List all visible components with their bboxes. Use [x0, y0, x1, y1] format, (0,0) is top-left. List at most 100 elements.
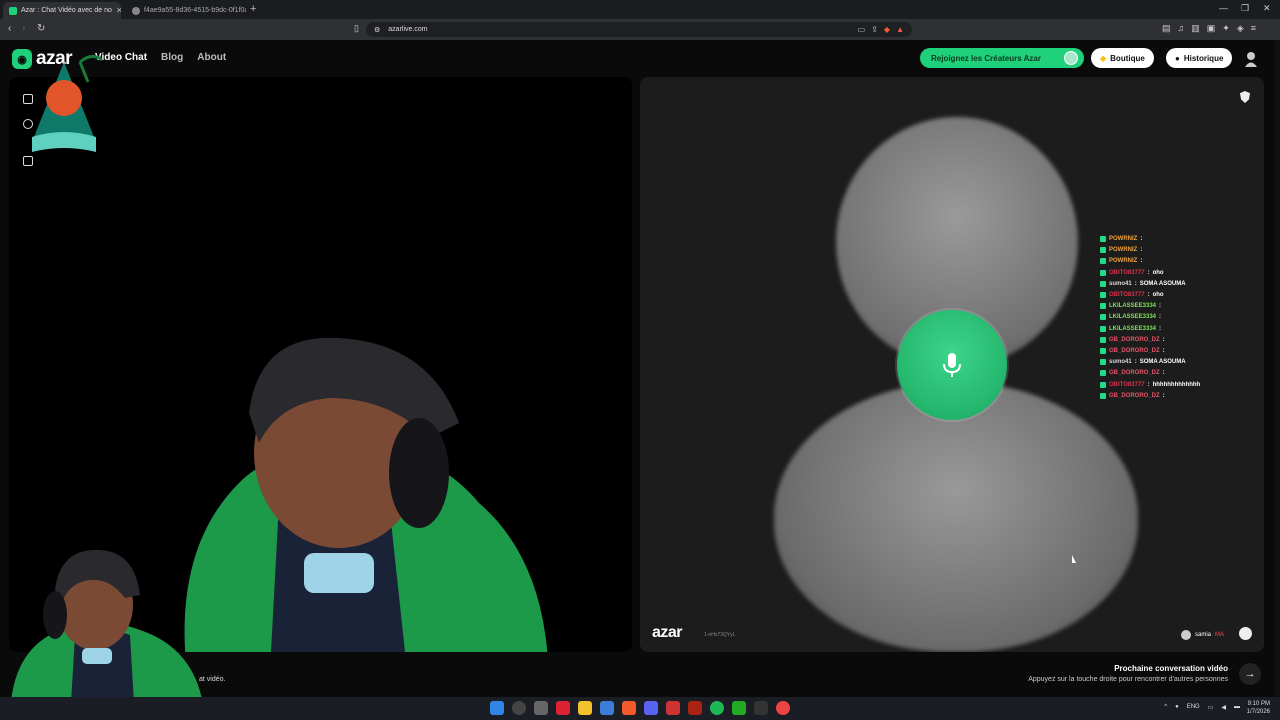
sidebar-icon[interactable]: ▤ — [1162, 23, 1171, 34]
language-indicator[interactable]: ENG — [1187, 704, 1200, 711]
next-conversation-hint: Appuyez sur la touche droite pour rencon… — [1028, 676, 1228, 683]
chat-text: oho — [1152, 292, 1164, 299]
chat-user: GB_DORORO_DZ — [1109, 392, 1160, 399]
taskbar: ^ ● ENG ▭ ◀ ▬ 9:10 PM 1/7/2026 — [0, 697, 1280, 720]
report-shield-icon[interactable] — [1240, 91, 1250, 103]
join-creators-button[interactable]: Rejoignez les Créateurs Azar — [920, 48, 1084, 68]
chat-user: OBITO83777 — [1109, 292, 1145, 299]
creator-badge-icon — [1064, 51, 1078, 65]
clock-icon: ● — [1175, 53, 1180, 63]
chat-bubble-icon[interactable] — [1239, 627, 1252, 640]
next-conversation-title: Prochaine conversation vidéo — [1114, 664, 1228, 673]
extension-icon[interactable]: ✦ — [1222, 23, 1230, 34]
spotify-icon[interactable] — [710, 701, 724, 715]
clock[interactable]: 9:10 PM 1/7/2026 — [1247, 700, 1270, 716]
url-input[interactable]: ⚙ azarlive.com ▭ ⇪ ◆ ▲ — [366, 22, 912, 37]
tab-label: Azar : Chat Vidéo avec de no — [21, 7, 112, 14]
system-tray: ^ ● ENG ▭ ◀ ▬ — [1164, 704, 1240, 711]
peer-avatar — [1180, 630, 1191, 640]
menu-icon[interactable]: ≡ — [1251, 23, 1256, 34]
chat-message: OBITO83777: oho — [1100, 268, 1230, 279]
volume-icon[interactable]: ◀ — [1221, 704, 1226, 711]
rewards-icon[interactable]: ▲ — [896, 25, 904, 34]
chat-user: sumo41 — [1109, 280, 1132, 287]
battery-icon[interactable]: ▬ — [1234, 704, 1240, 711]
chat-user: POWRNIZ — [1109, 247, 1138, 254]
facecam-overlay — [10, 549, 205, 720]
streamer-logo-overlay — [32, 55, 103, 152]
share-icon[interactable]: ⇪ — [871, 25, 878, 34]
close-window-icon[interactable]: ✕ — [1263, 3, 1271, 14]
brave-shield-icon[interactable]: ◆ — [884, 25, 890, 34]
discord-icon[interactable] — [644, 701, 658, 715]
new-tab-icon[interactable]: + — [250, 3, 256, 15]
chat-user: LKILASSEE3334 — [1109, 314, 1157, 321]
start-icon[interactable] — [490, 701, 504, 715]
chat-text: oho — [1152, 269, 1164, 276]
cast-icon[interactable]: ▭ — [858, 25, 866, 34]
tab-azar[interactable]: Azar : Chat Vidéo avec de no ✕ — [3, 2, 121, 19]
microphone-icon — [943, 353, 961, 377]
task-view-icon[interactable] — [534, 701, 548, 715]
vpn-icon[interactable]: ◈ — [1237, 23, 1244, 34]
chat-user: sumo41 — [1109, 359, 1132, 366]
brave-icon[interactable] — [622, 701, 636, 715]
chat-user: POWRNIZ — [1109, 236, 1138, 242]
shop-button[interactable]: ◆ Boutique — [1091, 48, 1154, 68]
profile-avatar-icon[interactable] — [1244, 51, 1258, 67]
nav-about[interactable]: About — [197, 52, 226, 63]
site-info-icon[interactable]: ⚙ — [374, 26, 380, 34]
date: 1/7/2026 — [1246, 709, 1270, 715]
chat-text: SOMA ASOUMA — [1139, 359, 1186, 366]
peer-info[interactable]: samia MA — [1180, 630, 1224, 640]
scrollbar[interactable] — [1274, 40, 1280, 697]
creators-label: Rejoignez les Créateurs Azar — [931, 53, 1041, 63]
forward-icon[interactable]: › — [22, 23, 25, 34]
chat-message: GB_DORORO_DZ: — [1100, 335, 1230, 346]
chrome-icon[interactable] — [776, 701, 790, 715]
reader-icon[interactable]: ▥ — [1191, 23, 1200, 34]
network-icon[interactable]: ▭ — [1208, 704, 1214, 711]
game-launcher-icon[interactable] — [732, 701, 746, 715]
mic-tray-icon[interactable]: ● — [1175, 704, 1179, 711]
microphone-button[interactable] — [897, 310, 1007, 420]
chat-user: GB_DORORO_DZ — [1109, 348, 1160, 355]
store-icon[interactable] — [600, 701, 614, 715]
chat-message: POWRNIZ: — [1100, 245, 1230, 256]
chat-user: GB_DORORO_DZ — [1109, 370, 1160, 377]
music-icon[interactable]: ♫ — [1178, 23, 1185, 34]
next-conversation-button[interactable]: → — [1239, 663, 1261, 685]
shop-label: Boutique — [1110, 53, 1145, 63]
chat-message: GB_DORORO_DZ: — [1100, 368, 1230, 379]
chat-user: LKILASSEE3334 — [1109, 303, 1157, 310]
maximize-icon[interactable]: ❐ — [1241, 3, 1249, 14]
history-label: Historique — [1183, 53, 1224, 63]
time: 9:10 PM — [1247, 701, 1270, 707]
obs-icon[interactable] — [688, 701, 702, 715]
wallet-icon[interactable]: ▣ — [1207, 23, 1216, 34]
reload-icon[interactable]: ↻ — [37, 23, 45, 34]
media-app-icon[interactable] — [666, 701, 680, 715]
chat-message: OBITO83777: oho — [1100, 290, 1230, 301]
azar-favicon-icon — [9, 6, 17, 15]
session-id: 1-nHx73QYyL — [704, 632, 736, 638]
tab-strip: Azar : Chat Vidéo avec de no ✕ f4ae9a55-… — [0, 0, 1280, 19]
chat-user: LKILASSEE3334 — [1109, 325, 1157, 332]
peer-country: MA — [1215, 632, 1224, 638]
back-icon[interactable]: ‹ — [8, 23, 11, 34]
app-icon[interactable] — [556, 701, 570, 715]
search-icon[interactable] — [512, 701, 526, 715]
cursor-app-icon[interactable] — [754, 701, 768, 715]
minimize-icon[interactable]: — — [1219, 3, 1228, 13]
globe-icon — [132, 6, 140, 15]
bookmark-icon[interactable]: ▯ — [354, 23, 359, 34]
gem-icon: ◆ — [1100, 53, 1107, 63]
history-button[interactable]: ● Historique — [1166, 48, 1233, 68]
tab-other[interactable]: f4ae9a55-8d36-4515-b9dc-0f1f0a65 — [126, 2, 246, 19]
chat-user: OBITO83777 — [1109, 381, 1145, 388]
file-explorer-icon[interactable] — [578, 701, 592, 715]
nav-blog[interactable]: Blog — [161, 52, 183, 63]
close-icon[interactable]: ✕ — [116, 6, 121, 15]
chat-text: hhhhhhhhhhhhh — [1152, 381, 1201, 388]
chevron-up-icon[interactable]: ^ — [1164, 704, 1167, 711]
